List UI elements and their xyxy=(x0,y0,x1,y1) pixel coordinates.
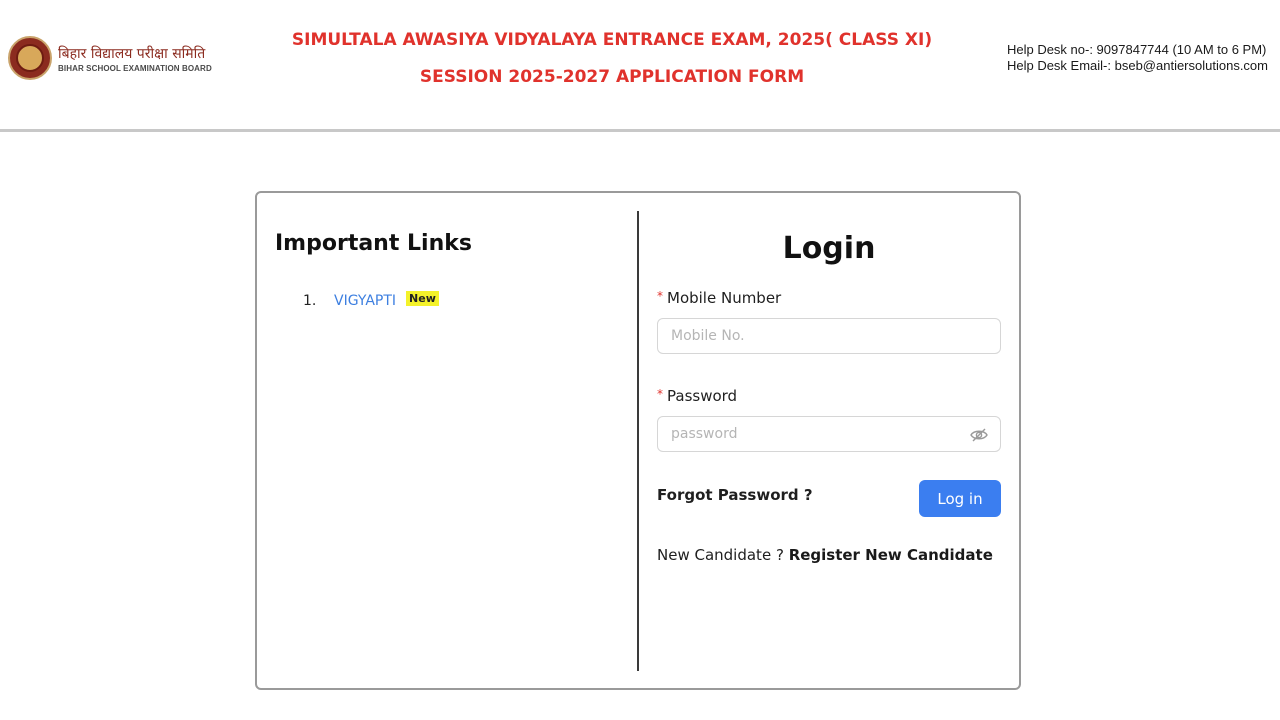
helpdesk-phone: Help Desk no-: 9097847744 (10 AM to 6 PM… xyxy=(1006,42,1267,57)
new-badge: New xyxy=(406,290,439,306)
mobile-input[interactable] xyxy=(671,328,987,344)
required-marker: * xyxy=(657,387,663,401)
org-name-hindi: बिहार विद्यालय परीक्षा समिति xyxy=(58,45,206,62)
mobile-input-wrapper[interactable] xyxy=(657,318,1001,354)
password-input-wrapper[interactable] xyxy=(657,416,1001,452)
mobile-label: * Mobile Number xyxy=(657,289,1001,307)
password-input[interactable] xyxy=(671,426,987,442)
register-row: New Candidate ? Register New Candidate xyxy=(657,546,1001,564)
list-item: 1. VIGYAPTI New xyxy=(303,290,625,309)
page-title: SIMULTALA AWASIYA VIDYALAYA ENTRANCE EXA… xyxy=(256,28,968,89)
login-title: Login xyxy=(782,231,876,266)
register-new-candidate-link[interactable]: Register New Candidate xyxy=(789,546,993,564)
helpdesk-info: Help Desk no-: 9097847744 (10 AM to 6 PM… xyxy=(1007,42,1268,74)
helpdesk-email: Help Desk Email-: bseb@antiersolutions.c… xyxy=(1006,58,1268,73)
main-card: Important Links 1. VIGYAPTI New Login * M… xyxy=(255,191,1021,690)
eye-invisible-icon[interactable] xyxy=(970,427,988,443)
login-panel: Login * Mobile Number * Password Forgot Pa… xyxy=(657,231,1001,564)
org-branding[interactable]: बिहार विद्यालय परीक्षा समिति BIHAR SCHOO… xyxy=(8,36,212,80)
panel-divider xyxy=(637,211,639,671)
link-number: 1. xyxy=(303,293,317,309)
session-title: SESSION 2025-2027 APPLICATION FORM xyxy=(419,67,805,87)
required-marker: * xyxy=(657,289,663,303)
bseb-logo xyxy=(8,36,52,80)
page-header: बिहार विद्यालय परीक्षा समिति BIHAR SCHOO… xyxy=(0,0,1280,132)
mobile-label-text: Mobile Number xyxy=(667,289,782,307)
new-candidate-text: New Candidate ? xyxy=(657,546,784,564)
vigyapti-link[interactable]: VIGYAPTI xyxy=(334,293,396,309)
password-label-text: Password xyxy=(667,387,738,405)
forgot-password-link[interactable]: Forgot Password ? xyxy=(657,486,813,504)
exam-title: SIMULTALA AWASIYA VIDYALAYA ENTRANCE EXA… xyxy=(291,30,933,50)
important-links-title: Important Links xyxy=(275,231,472,256)
org-name-english: BIHAR SCHOOL EXAMINATION BOARD xyxy=(58,63,212,73)
login-button[interactable]: Log in xyxy=(919,480,1001,517)
important-links-panel: Important Links 1. VIGYAPTI New xyxy=(275,231,625,309)
password-label: * Password xyxy=(657,387,1001,405)
